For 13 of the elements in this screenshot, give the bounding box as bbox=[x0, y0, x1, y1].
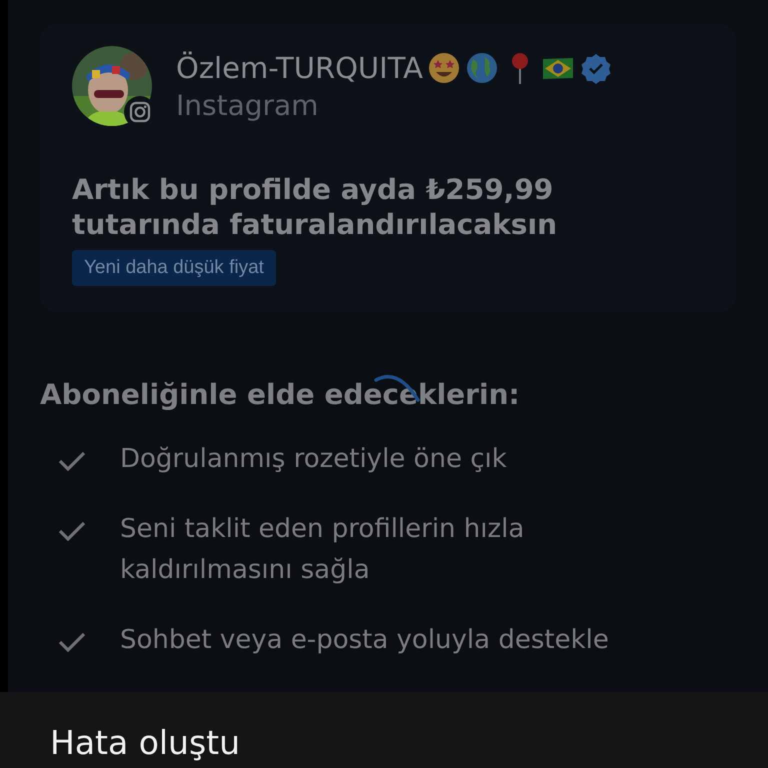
error-title: Hata oluştu bbox=[50, 722, 242, 764]
platform-label: Instagram bbox=[176, 88, 320, 122]
price-text: Artık bu profilde ayda ₺259,99 tutarında faturalandırılacaksın bbox=[72, 172, 558, 242]
check-icon bbox=[58, 520, 86, 541]
globe-emoji-icon bbox=[465, 50, 499, 84]
price-tag: Yeni daha düşük fiyat bbox=[72, 250, 276, 286]
benefit-text: Seni taklit eden profillerin hızla kaldırılmasını sağla bbox=[120, 512, 526, 588]
profile-name: Özlem-TURQUITA bbox=[176, 50, 423, 84]
star-eyes-emoji-icon bbox=[427, 50, 461, 84]
benefit-text: Sohbet veya e-posta yoluyla destekle bbox=[120, 624, 610, 657]
check-icon bbox=[58, 451, 86, 471]
check-icon bbox=[58, 632, 86, 652]
benefit-text: Doğrulanmış rozetiyle öne çık bbox=[120, 443, 508, 476]
